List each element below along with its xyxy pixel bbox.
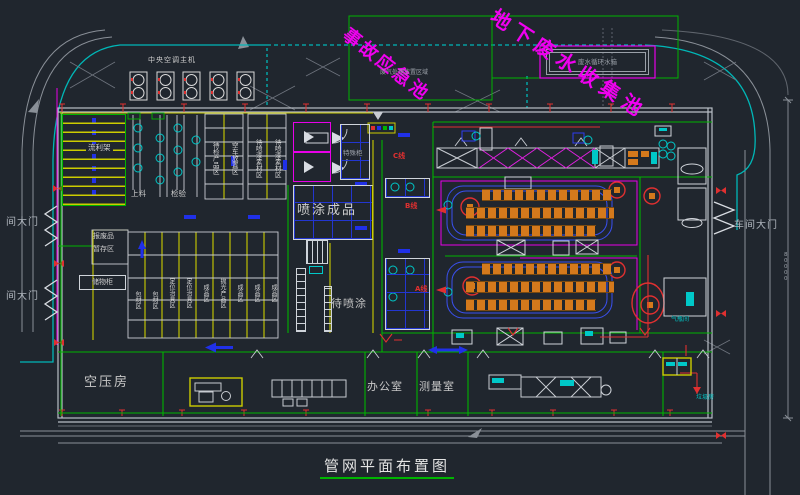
cad-floor-plan: 废水循环水箱 储物柜 中央空调主机 事故应急池 地下废水收集池 废气处理放置区域… (0, 0, 800, 495)
storage-column-label: 成品区 (231, 252, 247, 334)
carrier-row (466, 225, 596, 237)
lift-arrow-icon (304, 131, 320, 143)
carrier-row (466, 299, 596, 311)
waste-gas-area-label: 废气处理放置区域 (380, 70, 428, 76)
line-b-label: B线 (405, 203, 417, 210)
color-legend (368, 112, 395, 133)
loading-label: 上料 (131, 190, 146, 198)
storage-column-label: 包材区 (146, 266, 162, 334)
zone-label: 待检产品区 (206, 116, 224, 200)
lift-lower (293, 152, 331, 182)
right-gate-label: 车间大门 (734, 221, 778, 231)
storage-column-label: 定位治具区 (163, 252, 179, 334)
storage-column-label: 定位治具区 (180, 252, 196, 334)
compressor-room-label: 空压房 (84, 376, 129, 389)
ladder-rack-left (296, 268, 306, 332)
zone-label: 空车放置区 (225, 116, 243, 200)
oven-x-braces (479, 148, 595, 168)
zone-label: 待喷漆素材区 (249, 116, 267, 200)
central-ac-label: 中央空调主机 (148, 57, 196, 64)
measuring-room-label: 测量室 (419, 381, 455, 392)
gas-room-label: 气瓶间 (671, 317, 689, 323)
special-rack-label: 特殊柜 (343, 150, 363, 157)
right-dimension-text: 80000 (779, 245, 791, 289)
storage-column-label: 成品区 (197, 252, 213, 334)
zone-label: 待喷漆素材区 (268, 116, 286, 200)
oven-conveyor (437, 138, 659, 168)
lift-arrow-icon (304, 161, 320, 173)
scrap-area-label-2: 暂存区 (93, 246, 114, 253)
carrier-row (466, 207, 614, 219)
line-table-upper (385, 178, 430, 198)
locker-label: 储物柜 (92, 279, 113, 286)
room-equipment (190, 350, 709, 406)
carrier-row (482, 189, 612, 201)
storage-column-label: 抛光产品区 (214, 252, 230, 334)
locker-box: 储物柜 (79, 275, 126, 290)
left-gate-lower-label: 间大门 (6, 292, 39, 302)
office-label: 办公室 (367, 381, 403, 392)
inspection-label: 检验 (171, 190, 186, 198)
storage-column-label: 包材区 (129, 266, 145, 334)
storage-column-label: 成品区 (265, 252, 281, 334)
ac-units (130, 72, 254, 100)
storage-column-label: 成品区 (248, 252, 264, 334)
trash-room-label: 垃圾房 (696, 395, 714, 401)
spray-booth-machine (306, 240, 328, 264)
carrier-row (466, 281, 614, 293)
spray-finished-label: 喷涂成品 (297, 204, 357, 217)
carrier-row (482, 263, 612, 275)
left-gate-upper-label: 间大门 (6, 218, 39, 228)
scrap-area-label-1: 报废品 (93, 233, 114, 240)
flow-rack-label: 流利架 (86, 144, 113, 152)
wait-spray-label: 待喷涂 (331, 298, 367, 309)
line-a-label: A线 (415, 286, 427, 293)
drawing-title: 管网平面布置图 (320, 459, 454, 479)
booth-entry-box (309, 266, 323, 274)
line-c-label: C线 (393, 153, 405, 160)
lift-upper (293, 122, 331, 152)
line-table-lower (385, 258, 430, 330)
flow-rack-shelves (62, 114, 126, 206)
